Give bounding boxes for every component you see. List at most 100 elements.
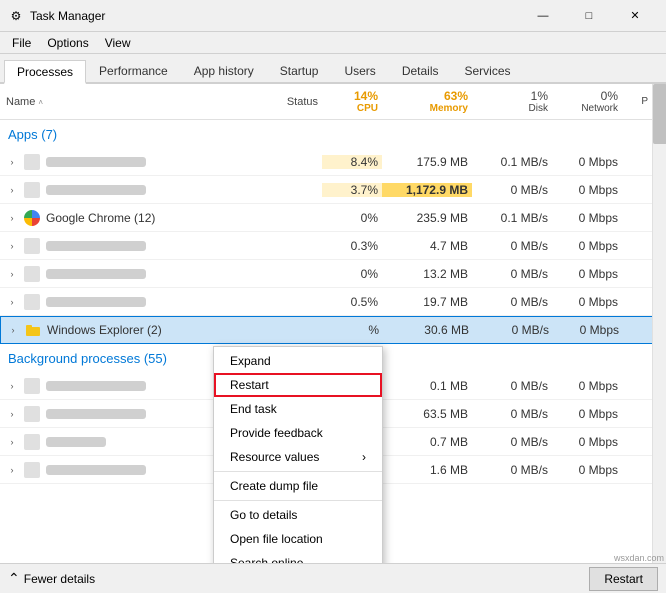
cell-name: › (2, 378, 242, 394)
table-header: Name ˄ Status 14% CPU 63% Memory 1% Disk… (0, 84, 666, 120)
menu-options[interactable]: Options (39, 34, 96, 52)
ctx-provide-feedback[interactable]: Provide feedback (214, 421, 382, 445)
app-icon-placeholder (24, 266, 40, 282)
ctx-open-file-location[interactable]: Open file location (214, 527, 382, 551)
submenu-arrow-icon: › (362, 450, 366, 464)
fewer-details-button[interactable]: ⌃ Fewer details (8, 570, 95, 587)
cell-disk: 0 MB/s (472, 239, 552, 253)
ctx-go-to-details[interactable]: Go to details (214, 503, 382, 527)
cell-name: › Windows Explorer (2) (3, 322, 243, 338)
expand-icon[interactable]: › (6, 408, 18, 420)
vertical-scrollbar[interactable] (652, 84, 666, 563)
tab-users[interactable]: Users (331, 58, 388, 82)
cell-disk: 0 MB/s (472, 295, 552, 309)
table-row[interactable]: › 0.5% 19.7 MB 0 MB/s 0 Mbps (0, 288, 666, 316)
window-controls: — □ ✕ (520, 0, 658, 32)
close-button[interactable]: ✕ (612, 0, 658, 32)
ctx-resource-values[interactable]: Resource values › (214, 445, 382, 469)
cell-disk: 0 MB/s (472, 379, 552, 393)
app-name-blurred (46, 381, 146, 391)
cell-name: › (2, 434, 242, 450)
disk-percent: 1% (476, 89, 548, 103)
col-power[interactable]: P (622, 96, 652, 107)
cell-network: 0 Mbps (552, 211, 622, 225)
cell-cpu: 0.5% (322, 295, 382, 309)
ctx-create-dump[interactable]: Create dump file (214, 474, 382, 498)
cell-network: 0 Mbps (552, 267, 622, 281)
cell-memory: 30.6 MB (383, 323, 473, 337)
tab-performance[interactable]: Performance (86, 58, 181, 82)
tab-startup[interactable]: Startup (267, 58, 332, 82)
expand-icon[interactable]: › (6, 184, 18, 196)
cell-network: 0 Mbps (552, 295, 622, 309)
ctx-end-task[interactable]: End task (214, 397, 382, 421)
expand-icon[interactable]: › (6, 156, 18, 168)
col-memory[interactable]: 63% Memory (382, 89, 472, 114)
col-cpu[interactable]: 14% CPU (322, 89, 382, 114)
cell-network: 0 Mbps (552, 379, 622, 393)
app-icon-placeholder (24, 434, 40, 450)
app-icon-placeholder (24, 154, 40, 170)
ctx-restart[interactable]: Restart (214, 373, 382, 397)
cell-memory: 1,172.9 MB (382, 183, 472, 197)
table-row[interactable]: › 0.3% 4.7 MB 0 MB/s 0 Mbps (0, 232, 666, 260)
table-row[interactable]: › 8.4% 175.9 MB 0.1 MB/s 0 Mbps (0, 148, 666, 176)
memory-percent: 63% (386, 89, 468, 103)
cell-disk: 0.1 MB/s (472, 155, 552, 169)
tab-details[interactable]: Details (389, 58, 452, 82)
cell-disk: 0 MB/s (472, 183, 552, 197)
col-name[interactable]: Name ˄ (2, 96, 242, 108)
ctx-separator-2 (214, 500, 382, 501)
expand-icon[interactable]: › (6, 464, 18, 476)
expand-icon[interactable]: › (7, 324, 19, 336)
watermark: wsxdan.com (614, 553, 664, 563)
expand-icon[interactable]: › (6, 240, 18, 252)
menu-bar: File Options View (0, 32, 666, 54)
app-name-blurred (46, 409, 146, 419)
expand-icon[interactable]: › (6, 436, 18, 448)
app-icon-placeholder (24, 378, 40, 394)
context-menu: Expand Restart End task Provide feedback… (213, 346, 383, 563)
col-network[interactable]: 0% Network (552, 89, 622, 114)
cell-memory: 1.6 MB (382, 463, 472, 477)
table-row[interactable]: › Google Chrome (12) 0% 235.9 MB 0.1 MB/… (0, 204, 666, 232)
cell-disk: 0 MB/s (472, 435, 552, 449)
cell-network: 0 Mbps (552, 463, 622, 477)
maximize-button[interactable]: □ (566, 0, 612, 32)
app-name-blurred (46, 157, 146, 167)
minimize-button[interactable]: — (520, 0, 566, 32)
cell-memory: 4.7 MB (382, 239, 472, 253)
restart-button[interactable]: Restart (589, 567, 658, 591)
chrome-icon (24, 210, 40, 226)
tab-processes[interactable]: Processes (4, 60, 86, 84)
windows-explorer-row[interactable]: › Windows Explorer (2) % 30.6 MB 0 MB/s … (0, 316, 666, 344)
network-percent: 0% (556, 89, 618, 103)
app-icon-placeholder (24, 462, 40, 478)
cell-memory: 175.9 MB (382, 155, 472, 169)
tab-app-history[interactable]: App history (181, 58, 267, 82)
expand-icon[interactable]: › (6, 380, 18, 392)
window-title: Task Manager (30, 9, 520, 23)
col-status[interactable]: Status (242, 96, 322, 108)
scroll-thumb[interactable] (653, 84, 666, 144)
cell-network: 0 Mbps (552, 183, 622, 197)
table-row[interactable]: › 0% 13.2 MB 0 MB/s 0 Mbps (0, 260, 666, 288)
cell-cpu: 8.4% (322, 155, 382, 169)
expand-icon[interactable]: › (6, 212, 18, 224)
cell-cpu: 0% (322, 267, 382, 281)
expand-icon[interactable]: › (6, 268, 18, 280)
app-name-blurred (46, 437, 106, 447)
expand-icon[interactable]: › (6, 296, 18, 308)
cell-network: 0 Mbps (552, 435, 622, 449)
menu-file[interactable]: File (4, 34, 39, 52)
table-row[interactable]: › 3.7% 1,172.9 MB 0 MB/s 0 Mbps (0, 176, 666, 204)
tab-services[interactable]: Services (452, 58, 524, 82)
cell-name: › (2, 154, 242, 170)
ctx-search-online[interactable]: Search online (214, 551, 382, 563)
ctx-expand[interactable]: Expand (214, 349, 382, 373)
menu-view[interactable]: View (97, 34, 139, 52)
section-apps[interactable]: Apps (7) (0, 120, 666, 148)
cell-name: › (2, 238, 242, 254)
col-disk[interactable]: 1% Disk (472, 89, 552, 114)
app-name-explorer: Windows Explorer (2) (47, 323, 162, 337)
